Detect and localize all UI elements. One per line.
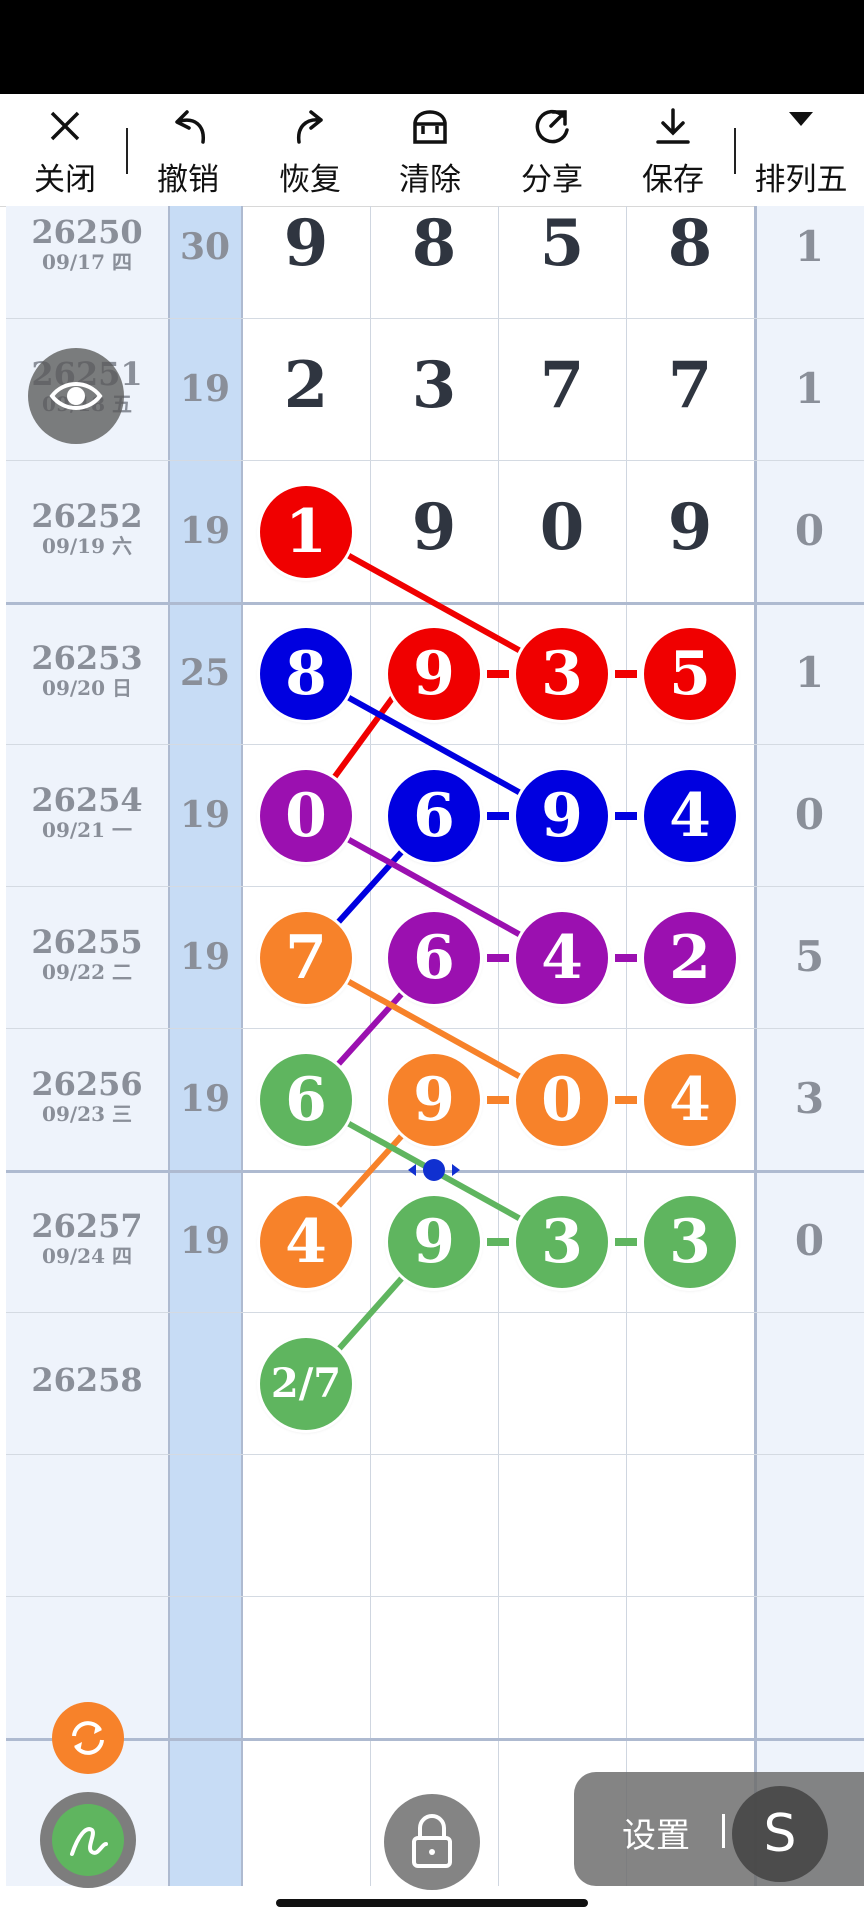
trend-chart: 2625009/17 四 30 9 8 5 8 1 2625109/18 五 1… <box>0 206 864 1886</box>
toolbar-divider <box>126 128 128 174</box>
trend-lines <box>303 529 564 1388</box>
ball-green[interactable]: 3 <box>644 1196 736 1288</box>
close-button[interactable]: 关闭 <box>10 94 120 206</box>
connector-dash <box>615 1238 637 1246</box>
ball-red[interactable]: 3 <box>516 628 608 720</box>
refresh-button[interactable] <box>52 1702 124 1774</box>
ball-purple[interactable]: 2 <box>644 912 736 1004</box>
clear-label: 清除 <box>399 162 461 198</box>
redo-icon <box>296 110 323 144</box>
download-icon <box>656 108 690 144</box>
redo-label: 恢复 <box>279 162 341 198</box>
ball-orange[interactable]: 0 <box>516 1054 608 1146</box>
eraser-icon <box>413 110 447 144</box>
undo-button[interactable]: 撤销 <box>133 94 243 206</box>
save-label: 保存 <box>642 162 704 198</box>
drag-handle-icon[interactable] <box>404 1156 464 1184</box>
connector-dash <box>487 670 509 678</box>
ball-red[interactable]: 9 <box>388 628 480 720</box>
pen-icon <box>70 1827 108 1856</box>
ball-green-prediction[interactable]: 2/7 <box>260 1338 352 1430</box>
ball-blue[interactable]: 4 <box>644 770 736 862</box>
share-icon <box>535 109 569 144</box>
share-button[interactable]: 分享 <box>497 94 607 206</box>
ball-blue[interactable]: 9 <box>516 770 608 862</box>
toolbar-divider <box>734 128 736 174</box>
lottery-label: 排列五 <box>754 162 848 198</box>
settings-button[interactable]: 设置 <box>622 1808 690 1857</box>
connector-dash <box>615 1096 637 1104</box>
draw-mode-button[interactable] <box>40 1792 136 1888</box>
clear-button[interactable]: 清除 <box>375 94 485 206</box>
share-label: 分享 <box>521 162 583 198</box>
ball-purple[interactable]: 6 <box>388 912 480 1004</box>
redo-button[interactable]: 恢复 <box>255 94 365 206</box>
ball-orange[interactable]: 4 <box>260 1196 352 1288</box>
dropdown-triangle-icon <box>789 112 813 126</box>
undo-label: 撤销 <box>157 162 219 198</box>
ball-orange[interactable]: 7 <box>260 912 352 1004</box>
ball-red[interactable]: 1 <box>260 486 352 578</box>
ball-green[interactable]: 9 <box>388 1196 480 1288</box>
connector-dash <box>487 1238 509 1246</box>
settings-divider <box>722 1814 725 1848</box>
ball-green[interactable]: 3 <box>516 1196 608 1288</box>
connector-dash <box>615 670 637 678</box>
visibility-toggle-button[interactable] <box>28 348 124 444</box>
status-bar <box>0 0 864 94</box>
eye-icon <box>49 382 103 410</box>
undo-icon <box>175 110 205 144</box>
ball-blue[interactable]: 6 <box>388 770 480 862</box>
lock-button[interactable] <box>384 1794 480 1890</box>
connector-dash <box>615 954 637 962</box>
ball-orange[interactable]: 9 <box>388 1054 480 1146</box>
connector-dash <box>487 954 509 962</box>
connector-dash <box>487 812 509 820</box>
ball-red[interactable]: 5 <box>644 628 736 720</box>
settings-panel: 设置 S <box>574 1772 864 1886</box>
ball-purple[interactable]: 4 <box>516 912 608 1004</box>
connector-dash <box>487 1096 509 1104</box>
ball-purple[interactable]: 0 <box>260 770 352 862</box>
refresh-icon <box>72 1721 104 1755</box>
close-label: 关闭 <box>34 162 96 198</box>
lock-icon <box>412 1814 452 1868</box>
pen-icon-bg <box>52 1804 124 1876</box>
ball-orange[interactable]: 4 <box>644 1054 736 1146</box>
ball-green[interactable]: 6 <box>260 1054 352 1146</box>
home-indicator <box>276 1899 588 1907</box>
close-icon <box>50 111 80 141</box>
save-button[interactable]: 保存 <box>618 94 728 206</box>
lottery-selector[interactable]: 排列五 <box>743 94 859 206</box>
toolbar: 关闭 撤销 恢复 清除 分享 保存 排列五 <box>0 94 864 207</box>
ball-blue[interactable]: 8 <box>260 628 352 720</box>
s-button[interactable]: S <box>732 1786 828 1882</box>
connector-dash <box>615 812 637 820</box>
